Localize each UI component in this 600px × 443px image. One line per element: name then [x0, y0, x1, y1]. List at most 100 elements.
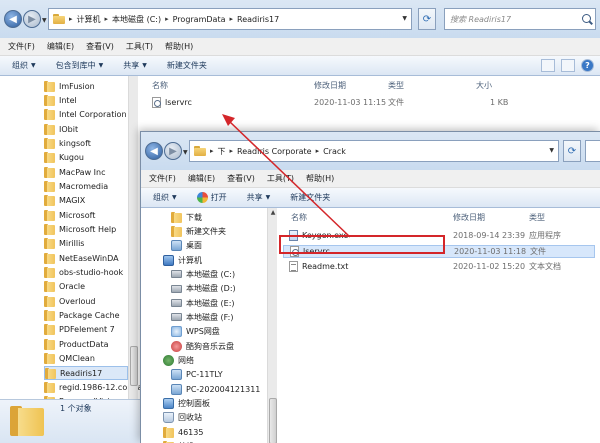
tree-item[interactable]: MAGIX: [44, 194, 128, 208]
view-options-icon[interactable]: [541, 59, 555, 72]
new-folder-button[interactable]: 新建文件夹: [167, 60, 207, 71]
refresh-button[interactable]: ⟳: [418, 8, 436, 30]
tree-item[interactable]: Microsoft Help: [44, 223, 128, 237]
tree-item[interactable]: ImFusion: [44, 79, 128, 93]
breadcrumb-item[interactable]: ProgramData: [173, 15, 226, 24]
tree-item[interactable]: 桌面: [171, 239, 202, 253]
tree-item[interactable]: Overloud: [44, 294, 128, 308]
chevron-down-icon[interactable]: ▼: [402, 15, 407, 22]
menu-tools[interactable]: 工具(T): [267, 173, 294, 184]
column-header-date[interactable]: 修改日期: [314, 80, 346, 91]
back-arrow-icon[interactable]: ◀: [145, 142, 163, 160]
search-input[interactable]: 搜索 Readiris17: [444, 8, 596, 30]
tree-item[interactable]: PC-11TLY: [171, 368, 223, 382]
navigation-scrollbar[interactable]: [128, 76, 138, 399]
tree-item[interactable]: 网络: [163, 354, 194, 368]
preview-pane-icon[interactable]: [561, 59, 575, 72]
breadcrumb-item[interactable]: Crack: [323, 147, 346, 156]
tree-item[interactable]: Intel Corporation: [44, 108, 128, 122]
include-in-library-button[interactable]: 包含到库中 ▼: [56, 60, 104, 71]
tree-item[interactable]: 回收站: [163, 411, 202, 425]
forward-arrow-icon[interactable]: ▶: [164, 142, 182, 160]
breadcrumb-item[interactable]: 本地磁盘 (C:): [112, 14, 161, 25]
menu-file[interactable]: 文件(F): [8, 41, 35, 52]
tree-item[interactable]: regid.1986-12.com.a: [44, 380, 140, 394]
address-bar[interactable]: ▸ 计算机 ▸ 本地磁盘 (C:) ▸ ProgramData ▸ Readir…: [48, 8, 412, 30]
tree-item[interactable]: 46135: [163, 425, 203, 439]
tree-item[interactable]: Oracle: [44, 280, 128, 294]
tree-item[interactable]: 单机: [163, 440, 194, 443]
breadcrumb-item[interactable]: 下: [218, 146, 226, 157]
new-folder-button[interactable]: 新建文件夹: [290, 192, 330, 203]
tree-item[interactable]: Mirillis: [44, 237, 128, 251]
breadcrumb-separator-icon[interactable]: ▸: [229, 15, 233, 23]
menu-file[interactable]: 文件(F): [149, 173, 176, 184]
search-icon[interactable]: [582, 14, 591, 23]
breadcrumb-separator-icon[interactable]: ▸: [230, 147, 234, 155]
tree-item[interactable]: obs-studio-hook: [44, 266, 128, 280]
column-header-type[interactable]: 类型: [529, 212, 545, 223]
tree-item[interactable]: 酷狗音乐云盘: [171, 339, 234, 353]
tree-item[interactable]: ProductData: [44, 337, 128, 351]
menu-view[interactable]: 查看(V): [227, 173, 255, 184]
tree-item[interactable]: MacPaw Inc: [44, 165, 128, 179]
menu-help[interactable]: 帮助(H): [165, 41, 193, 52]
column-header-size[interactable]: 大小: [476, 80, 492, 91]
tree-item[interactable]: NetEaseWinDA: [44, 251, 128, 265]
tree-item[interactable]: kingsoft: [44, 136, 128, 150]
chevron-down-icon[interactable]: ▼: [42, 17, 47, 24]
tree-item[interactable]: Intel: [44, 93, 128, 107]
tree-item[interactable]: Package Cache: [44, 309, 128, 323]
file-row[interactable]: Readme.txt 2020-11-02 15:20 文本文档: [283, 260, 595, 273]
search-input[interactable]: [585, 140, 600, 162]
breadcrumb-item[interactable]: Readiris17: [237, 15, 279, 24]
tree-item[interactable]: Readiris17: [44, 366, 128, 380]
tree-item[interactable]: 本地磁盘 (D:): [171, 282, 236, 296]
tree-item[interactable]: 新建文件夹: [171, 224, 226, 238]
share-button[interactable]: 共享 ▼: [247, 192, 271, 203]
back-arrow-icon[interactable]: ◀: [4, 10, 22, 28]
tree-item[interactable]: 下载: [171, 210, 202, 224]
forward-arrow-icon[interactable]: ▶: [23, 10, 41, 28]
tree-item[interactable]: IObit: [44, 122, 128, 136]
address-bar[interactable]: ▸ 下 ▸ Readiris Corporate ▸ Crack ▼: [189, 140, 559, 162]
breadcrumb-separator-icon[interactable]: ▸: [105, 15, 109, 23]
scrollbar-thumb[interactable]: [269, 398, 277, 443]
chevron-down-icon[interactable]: ▼: [549, 147, 554, 154]
tree-item[interactable]: 控制面板: [163, 397, 210, 411]
tree-item[interactable]: 本地磁盘 (E:): [171, 296, 235, 310]
tree-item[interactable]: WPS网盘: [171, 325, 220, 339]
tree-item[interactable]: 本地磁盘 (C:): [171, 267, 235, 281]
menu-view[interactable]: 查看(V): [86, 41, 114, 52]
help-icon[interactable]: ?: [581, 59, 594, 72]
breadcrumb-item[interactable]: 计算机: [77, 14, 101, 25]
organize-button[interactable]: 组织 ▼: [153, 192, 177, 203]
menu-edit[interactable]: 编辑(E): [47, 41, 74, 52]
tree-item[interactable]: PC-202004121311: [171, 382, 260, 396]
tree-item[interactable]: Macromedia: [44, 179, 128, 193]
refresh-button[interactable]: ⟳: [563, 140, 581, 162]
tree-item[interactable]: 计算机: [163, 253, 202, 267]
tree-item[interactable]: QMClean: [44, 352, 128, 366]
breadcrumb-separator-icon[interactable]: ▸: [165, 15, 169, 23]
menu-help[interactable]: 帮助(H): [306, 173, 334, 184]
column-header-type[interactable]: 类型: [388, 80, 404, 91]
column-header-date[interactable]: 修改日期: [453, 212, 485, 223]
navigation-scrollbar[interactable]: ▲: [267, 208, 277, 443]
tree-item[interactable]: PDFelement 7: [44, 323, 128, 337]
menu-tools[interactable]: 工具(T): [126, 41, 153, 52]
chevron-down-icon[interactable]: ▼: [183, 149, 188, 156]
column-header-name[interactable]: 名称: [291, 212, 307, 223]
breadcrumb-separator-icon[interactable]: ▸: [69, 15, 73, 23]
open-button[interactable]: 打开: [196, 192, 227, 203]
tree-item[interactable]: 本地磁盘 (F:): [171, 310, 233, 324]
organize-button[interactable]: 组织 ▼: [12, 60, 36, 71]
breadcrumb-separator-icon[interactable]: ▸: [316, 147, 320, 155]
breadcrumb-separator-icon[interactable]: ▸: [210, 147, 214, 155]
scrollbar-thumb[interactable]: [130, 346, 138, 386]
share-button[interactable]: 共享 ▼: [123, 60, 147, 71]
menu-edit[interactable]: 编辑(E): [188, 173, 215, 184]
tree-item[interactable]: Kugou: [44, 151, 128, 165]
breadcrumb-item[interactable]: Readiris Corporate: [237, 147, 312, 156]
tree-item[interactable]: Microsoft: [44, 208, 128, 222]
